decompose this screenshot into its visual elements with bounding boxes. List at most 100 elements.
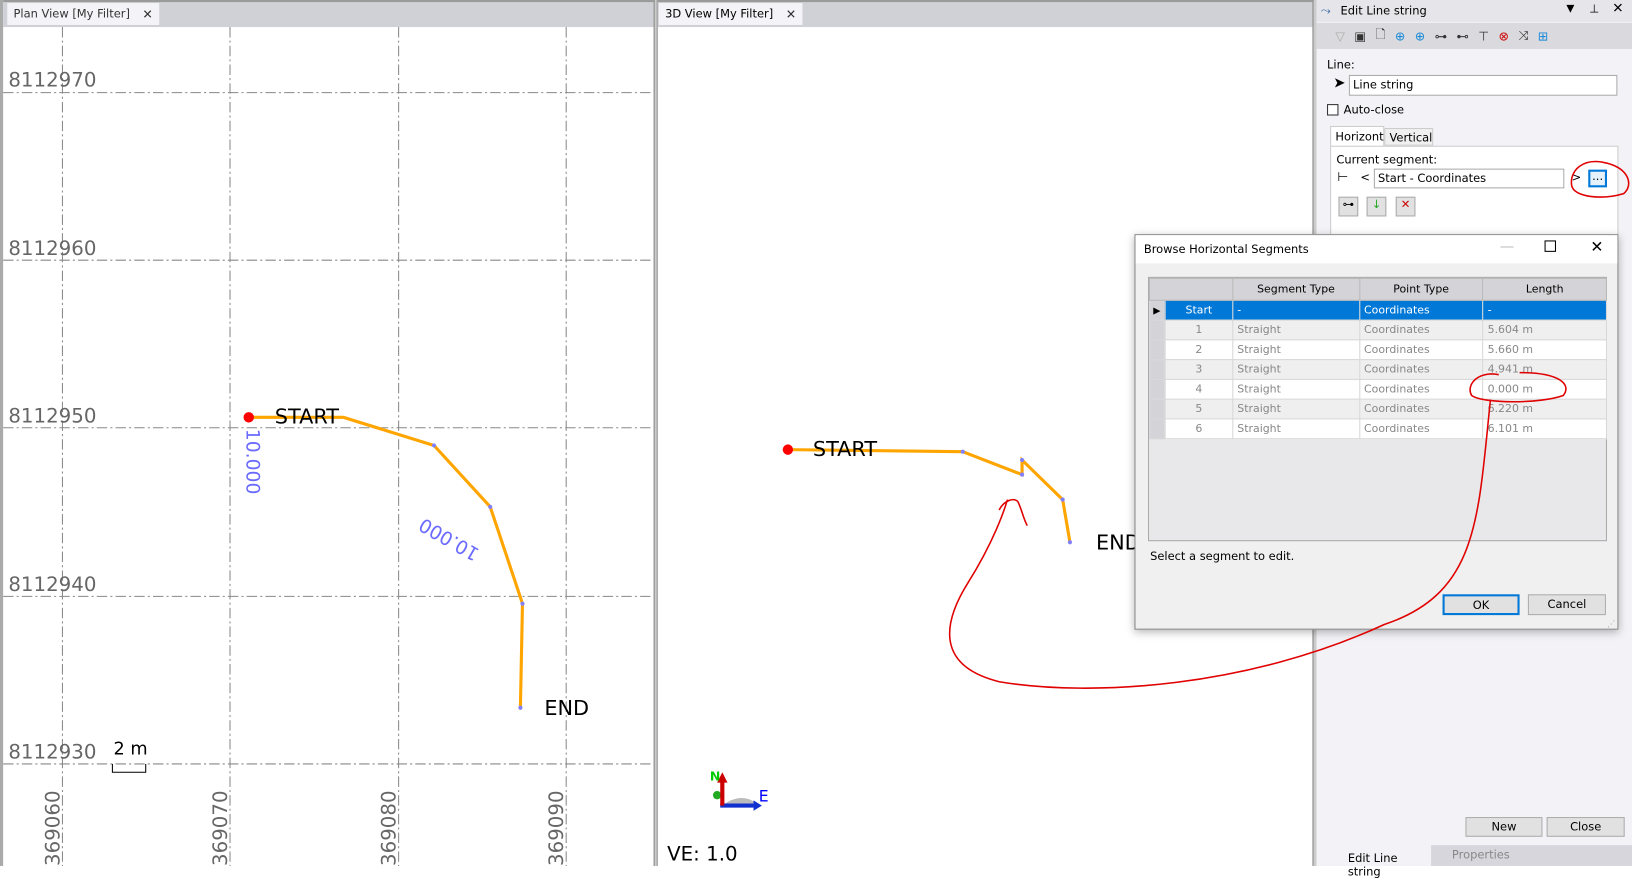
- insert-vertex-icon[interactable]: ⊕: [1415, 29, 1425, 44]
- browse-segments-button[interactable]: ...: [1588, 169, 1607, 188]
- dialog-title: Browse Horizontal Segments: [1143, 242, 1309, 257]
- toolbar: ▽ ▣ 🗋 ⊕ ⊕ ⊶ ⊷ ⊤ ⊗ ⤨ ⊞: [1316, 22, 1632, 49]
- plan-canvas[interactable]: [0, 0, 654, 866]
- row-header[interactable]: [1149, 359, 1166, 380]
- row-header[interactable]: ▶: [1149, 299, 1166, 321]
- join-icon[interactable]: ⊷: [1456, 29, 1468, 44]
- document-icon[interactable]: 🗋: [1375, 25, 1385, 47]
- column-header-segment-type[interactable]: Segment Type: [1232, 277, 1360, 301]
- cancel-button[interactable]: Cancel: [1527, 594, 1606, 616]
- point-type-cell: Coordinates: [1358, 339, 1484, 361]
- segment-icon: ⊢: [1337, 169, 1349, 185]
- point-type-cell: Coordinates: [1358, 359, 1484, 380]
- scale-label: 2 m: [113, 738, 148, 760]
- row-index-cell: Start: [1164, 299, 1234, 321]
- table-row[interactable]: 5 Straight Coordinates 6.220 m: [1149, 398, 1607, 420]
- table-row[interactable]: ▶ Start - Coordinates -: [1149, 299, 1607, 321]
- close-icon[interactable]: ✕: [1590, 237, 1603, 256]
- point-type-cell: Coordinates: [1358, 319, 1484, 341]
- segments-grid[interactable]: Segment Type Point Type Length ▶ Start - Co…: [1148, 276, 1607, 542]
- minimize-icon[interactable]: —: [1500, 238, 1515, 255]
- reverse-icon[interactable]: ⤨: [1518, 28, 1528, 44]
- tab-vertical[interactable]: Vertical: [1384, 128, 1434, 146]
- length-cell: -: [1482, 299, 1607, 321]
- axis-n-label: N: [709, 769, 721, 784]
- insert-segment-button[interactable]: ↓: [1366, 196, 1387, 217]
- table-row[interactable]: 4 Straight Coordinates 0.000 m: [1149, 378, 1607, 400]
- row-index-cell: 3: [1164, 359, 1234, 380]
- pick-cursor-icon[interactable]: ➤: [1333, 75, 1345, 92]
- segments-table: Segment Type Point Type Length ▶ Start - Co…: [1149, 277, 1607, 440]
- table-row[interactable]: 6 Straight Coordinates 6.101 m: [1149, 418, 1607, 440]
- next-segment-button[interactable]: >: [1572, 171, 1582, 185]
- line-string: [248, 415, 525, 708]
- line-input[interactable]: Line string: [1348, 74, 1618, 96]
- current-segment-field[interactable]: Start - Coordinates: [1373, 168, 1565, 189]
- row-header[interactable]: [1149, 398, 1166, 420]
- line-label: Line:: [1327, 58, 1355, 72]
- plan-view[interactable]: Plan View [My Filter] ✕ 8112970 8112960 …: [0, 0, 654, 866]
- segment-type-cell: Straight: [1232, 378, 1360, 400]
- auto-close-label: Auto-close: [1343, 103, 1405, 117]
- segment-type-cell: Straight: [1232, 359, 1360, 380]
- pin-icon[interactable]: ⊥: [1589, 2, 1599, 16]
- table-row[interactable]: 2 Straight Coordinates 5.660 m: [1149, 339, 1607, 361]
- point-type-cell: Coordinates: [1358, 299, 1484, 321]
- row-index-cell: 4: [1164, 378, 1234, 400]
- dropdown-icon[interactable]: ▼: [1566, 3, 1574, 14]
- delete-segment-button[interactable]: ✕: [1395, 196, 1416, 217]
- close-button[interactable]: Close: [1546, 817, 1625, 837]
- add-segment-button[interactable]: ⊶: [1338, 196, 1359, 217]
- bottom-tab-edit-line-string[interactable]: Edit Line string: [1316, 845, 1432, 878]
- row-header[interactable]: [1149, 378, 1166, 400]
- filter-icon[interactable]: ▽: [1335, 29, 1345, 44]
- maximize-icon[interactable]: [1544, 240, 1556, 252]
- ok-button[interactable]: OK: [1442, 594, 1520, 616]
- add-points-icon[interactable]: ⊞: [1538, 29, 1548, 44]
- line-string-icon: ⤳: [1320, 3, 1331, 18]
- length-cell: 5.604 m: [1482, 319, 1607, 341]
- table-row[interactable]: 3 Straight Coordinates 4.941 m: [1149, 359, 1607, 380]
- table-row[interactable]: 1 Straight Coordinates 5.604 m: [1149, 319, 1607, 341]
- start-label: START: [274, 403, 339, 429]
- segment-type-cell: Straight: [1232, 398, 1360, 420]
- ve-label: VE: 1.0: [667, 843, 738, 866]
- northing-label: 8112950: [8, 404, 97, 428]
- bottom-tab-properties[interactable]: Properties: [1431, 845, 1632, 866]
- northing-label: 8112930: [8, 741, 97, 764]
- row-header[interactable]: [1149, 418, 1166, 440]
- dimension-label: 10.000: [241, 428, 264, 495]
- northing-label: 8112940: [8, 573, 97, 597]
- start-point: [782, 444, 794, 455]
- prev-segment-button[interactable]: <: [1360, 171, 1370, 185]
- row-header[interactable]: [1149, 319, 1166, 341]
- row-index-cell: 1: [1164, 319, 1234, 341]
- segment-type-cell: Straight: [1232, 339, 1360, 361]
- start-point: [243, 412, 254, 423]
- point-type-cell: Coordinates: [1358, 378, 1484, 400]
- tab-horizontal[interactable]: Horizontal: [1330, 125, 1394, 147]
- length-cell: 5.660 m: [1482, 339, 1607, 361]
- column-header-length[interactable]: Length: [1482, 277, 1607, 301]
- easting-label: 369070: [209, 790, 233, 866]
- length-cell: 0.000 m: [1482, 378, 1607, 400]
- current-row-icon: ▶: [1153, 305, 1161, 317]
- resize-grip-icon[interactable]: ⋰: [1607, 619, 1615, 628]
- vertical-icon[interactable]: ⊤: [1478, 29, 1489, 44]
- add-vertex-icon[interactable]: ⊕: [1395, 29, 1405, 44]
- easting-label: 369090: [545, 790, 569, 866]
- northing-label: 8112970: [8, 68, 97, 92]
- delete-vertex-icon[interactable]: ⊗: [1499, 29, 1509, 44]
- browse-horizontal-segments-dialog: Browse Horizontal Segments — ✕ Segment T…: [1134, 234, 1619, 630]
- console-icon[interactable]: ▣: [1354, 29, 1366, 44]
- close-icon[interactable]: ✕: [1612, 1, 1623, 17]
- point-type-cell: Coordinates: [1358, 398, 1484, 420]
- start-label: START: [812, 436, 878, 462]
- column-header-point-type[interactable]: Point Type: [1358, 277, 1484, 301]
- new-button[interactable]: New: [1465, 817, 1543, 837]
- auto-close-checkbox[interactable]: [1327, 104, 1339, 116]
- row-header[interactable]: [1149, 339, 1166, 361]
- easting-label: 369080: [377, 790, 401, 866]
- break-icon[interactable]: ⊶: [1435, 29, 1447, 44]
- panel-header: ⤳ Edit Line string ▼ ⊥ ✕: [1316, 0, 1632, 22]
